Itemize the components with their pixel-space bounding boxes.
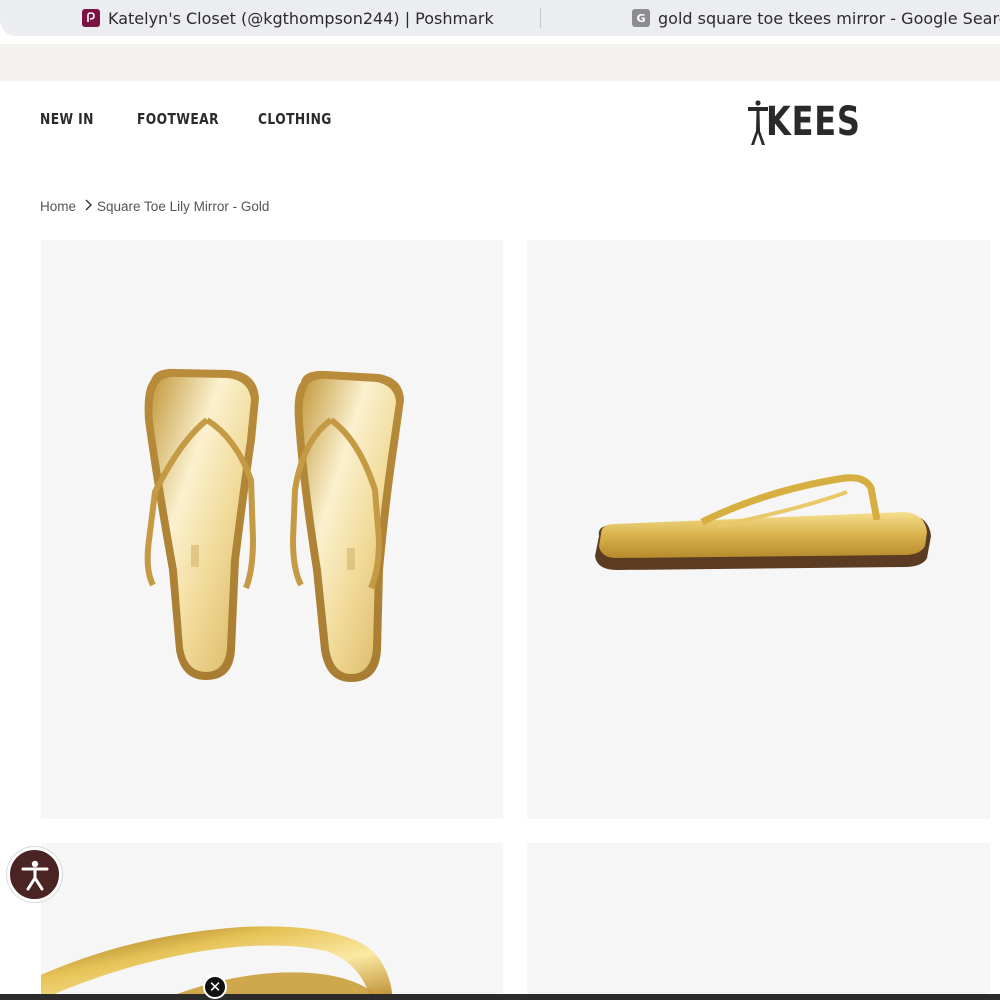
nav-new-in[interactable]: NEW IN xyxy=(40,108,120,130)
product-image-side-view[interactable] xyxy=(527,240,990,819)
side-sandal-graphic xyxy=(595,474,931,570)
product-image-4[interactable] xyxy=(527,843,990,1000)
browser-tab-google-search[interactable]: G gold square toe tkees mirror - Google … xyxy=(632,0,1000,36)
chevron-right-icon xyxy=(84,198,93,214)
breadcrumb: Home Square Toe Lily Mirror - Gold xyxy=(40,198,269,214)
accessibility-button[interactable] xyxy=(7,847,62,902)
poshmark-favicon-icon xyxy=(82,9,100,27)
breadcrumb-home[interactable]: Home xyxy=(40,199,76,214)
google-favicon-icon: G xyxy=(632,9,650,27)
browser-tab-strip: Katelyn's Closet (@kgthompson244) | Posh… xyxy=(0,0,1000,36)
browser-tab-title: Katelyn's Closet (@kgthompson244) | Posh… xyxy=(108,8,494,28)
nav-footwear[interactable]: FOOTWEAR xyxy=(137,108,236,130)
logo-figure-icon xyxy=(748,100,768,145)
logo-wordmark: KEES xyxy=(766,99,861,145)
announcement-bar xyxy=(0,44,1000,81)
left-sandal-graphic xyxy=(144,368,259,680)
browser-tab-poshmark[interactable]: Katelyn's Closet (@kgthompson244) | Posh… xyxy=(82,0,494,36)
tab-divider xyxy=(540,8,541,28)
breadcrumb-current: Square Toe Lily Mirror - Gold xyxy=(97,198,270,214)
main-nav: NEW IN FOOTWEAR CLOTHING xyxy=(40,108,368,130)
product-image-closeup[interactable] xyxy=(41,843,503,1000)
product-image-top-view[interactable] xyxy=(41,240,503,819)
close-icon[interactable]: ✕ xyxy=(203,975,227,999)
tkees-logo[interactable]: KEES xyxy=(748,98,884,146)
nav-clothing[interactable]: CLOTHING xyxy=(258,108,348,130)
popup-banner xyxy=(0,994,1000,1000)
right-sandal-graphic xyxy=(289,370,404,682)
accessibility-icon xyxy=(21,860,48,890)
browser-tab-title: gold square toe tkees mirror - Google Se… xyxy=(658,8,1000,28)
